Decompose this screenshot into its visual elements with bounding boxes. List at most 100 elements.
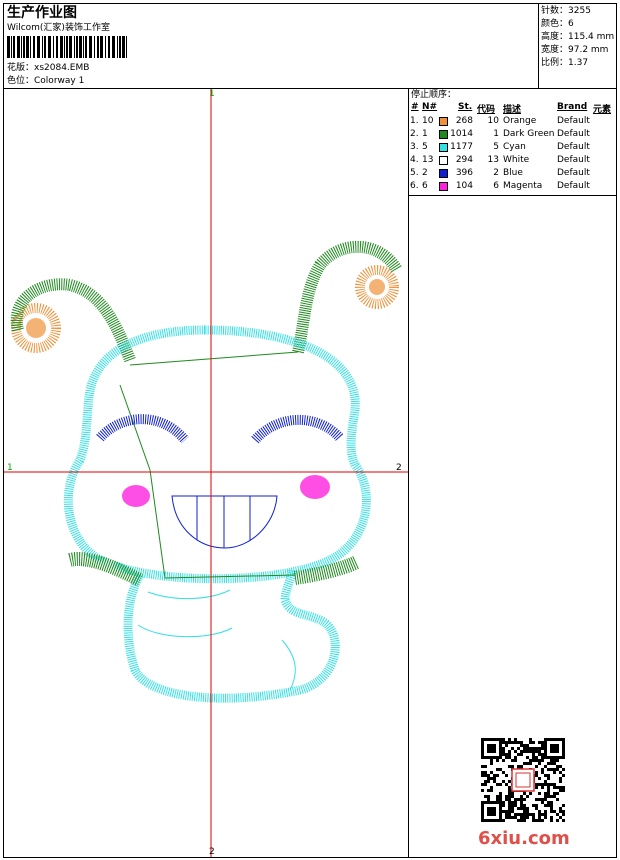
qr-module [541,771,544,774]
seq-stitches: 1177 [450,142,473,152]
qr-module [532,756,535,759]
qr-module [556,765,559,768]
qr-module [538,762,541,765]
stat-stitches: 针数：3255 [541,6,591,17]
qr-module [490,801,493,804]
barcode-bar [112,36,115,58]
qr-module [541,798,544,801]
qr-module [511,801,514,804]
qr-module [562,819,565,822]
qr-module [541,747,544,750]
eye-left [96,414,189,444]
qr-module [508,789,511,792]
stat-width-label: 宽度： [541,45,569,55]
qr-module [493,747,496,750]
qr-module [556,792,559,795]
barcode-bar [13,36,15,58]
qr-module [517,807,520,810]
qr-module [499,804,502,807]
qr-module [541,741,544,744]
qr-module [532,741,535,744]
qr-module [508,753,511,756]
seq-stitches: 268 [455,116,473,126]
qr-module [547,777,550,780]
seq-description: Blue [503,168,523,178]
qr-module [562,813,565,816]
seq-description: Orange [503,116,537,126]
qr-module [514,804,517,807]
qr-module [511,747,514,750]
seq-code: 2 [493,168,499,178]
qr-module [505,753,508,756]
qr-module [508,738,511,741]
qr-module [547,738,550,741]
qr-module [484,780,487,783]
barcode-bar [83,36,84,58]
qr-module [511,816,514,819]
qr-module [502,804,505,807]
qr-module [511,741,514,744]
qr-module [562,738,565,741]
qr-module [502,810,505,813]
qr-module [529,750,532,753]
qr-module [562,774,565,777]
qr-module [511,807,514,810]
qr-module [487,807,490,810]
qr-module [535,804,538,807]
qr-module [499,816,502,819]
barcode-bar [89,36,92,58]
barcode-bar [60,36,63,58]
qr-module [511,759,514,762]
qr-module [511,804,514,807]
qr-module [553,738,556,741]
qr-module [499,747,502,750]
qr-module [544,741,547,744]
qr-module [547,804,550,807]
barcode-bar [44,36,46,58]
seq-brand: Default [557,129,590,139]
qr-module [499,792,502,795]
qr-module [559,777,562,780]
qr-module [514,759,517,762]
qr-module [487,756,490,759]
stat-ratio-value: 1.37 [568,58,589,68]
qr-module [547,762,550,765]
qr-module [562,753,565,756]
antenna-right [292,240,403,354]
qr-module [532,750,535,753]
qr-module [481,801,484,804]
qr-code [481,738,565,822]
qr-module [544,753,547,756]
seq-stitches: 294 [455,155,473,165]
qr-module [481,741,484,744]
stat-stitches-value: 3255 [568,6,591,16]
qr-module [481,747,484,750]
qr-module [538,783,541,786]
qr-module [535,819,538,822]
qr-module [499,813,502,816]
seq-index: 4. [410,155,419,165]
barcode-bar [26,36,29,58]
color-swatch [439,143,448,152]
body-fold-3 [281,639,296,691]
barcode-bar [105,36,106,58]
seq-code: 6 [493,181,499,191]
qr-module [538,819,541,822]
qr-module [481,783,484,786]
qr-module [559,816,562,819]
qr-module [514,738,517,741]
qr-module [553,792,556,795]
qr-module [544,744,547,747]
qr-module [508,756,511,759]
qr-module [496,756,499,759]
qr-module [532,813,535,816]
qr-module [487,789,490,792]
qr-module [541,813,544,816]
qr-module [508,780,511,783]
seq-index: 3. [410,142,419,152]
qr-module [544,813,547,816]
qr-module [481,765,484,768]
qr-module [556,759,559,762]
qr-module [481,753,484,756]
barcode-bar [100,36,103,58]
